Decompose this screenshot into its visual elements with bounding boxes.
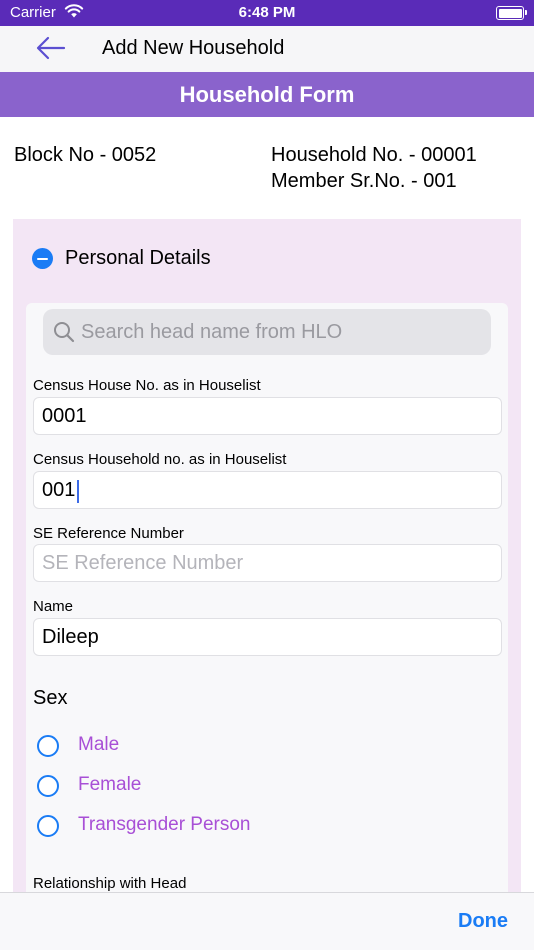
personal-details-section: Personal Details Census House No. as in …	[13, 219, 521, 903]
sex-option-label: Transgender Person	[78, 814, 251, 835]
se-reference-label: SE Reference Number	[33, 525, 184, 542]
arrow-left-icon	[36, 36, 66, 60]
radio-button[interactable]	[37, 735, 59, 757]
nav-bar: Add New Household	[0, 26, 534, 72]
radio-button[interactable]	[37, 815, 59, 837]
status-time: 6:48 PM	[238, 4, 296, 21]
radio-button[interactable]	[37, 775, 59, 797]
member-serial-number: Member Sr.No. - 001	[271, 170, 457, 192]
status-bar: Carrier 6:48 PM	[0, 0, 534, 26]
name-label: Name	[33, 598, 74, 615]
census-house-no-field[interactable]	[33, 397, 502, 435]
name-field[interactable]	[33, 618, 502, 656]
back-button[interactable]	[34, 34, 68, 62]
done-button[interactable]: Done	[458, 910, 508, 933]
search-bar	[43, 309, 491, 355]
sex-option-label: Female	[78, 774, 142, 795]
census-house-no-input[interactable]	[42, 398, 492, 434]
minus-circle-icon[interactable]	[32, 248, 53, 269]
name-input[interactable]	[42, 619, 492, 655]
sex-label: Sex	[33, 687, 68, 709]
section-title[interactable]: Personal Details	[65, 247, 211, 270]
search-icon	[54, 322, 75, 343]
se-reference-field[interactable]	[33, 544, 502, 582]
text-cursor	[77, 480, 79, 503]
census-house-no-label: Census House No. as in Houselist	[33, 377, 261, 394]
census-household-no-label: Census Household no. as in Houselist	[33, 451, 287, 468]
battery-icon	[496, 6, 527, 20]
search-input[interactable]	[81, 309, 481, 355]
household-number: Household No. - 00001	[271, 144, 477, 166]
keyboard-toolbar: Done	[0, 892, 534, 950]
se-reference-input[interactable]	[42, 545, 492, 581]
personal-details-card: Census House No. as in Houselist Census …	[26, 303, 508, 903]
census-household-no-input[interactable]	[42, 472, 492, 508]
relationship-with-head-label: Relationship with Head	[33, 875, 187, 892]
block-number: Block No - 0052	[14, 144, 157, 166]
nav-title: Add New Household	[102, 37, 285, 59]
sex-option-label: Male	[78, 734, 120, 755]
census-household-no-field[interactable]	[33, 471, 502, 509]
form-header: Household Form	[0, 72, 534, 117]
